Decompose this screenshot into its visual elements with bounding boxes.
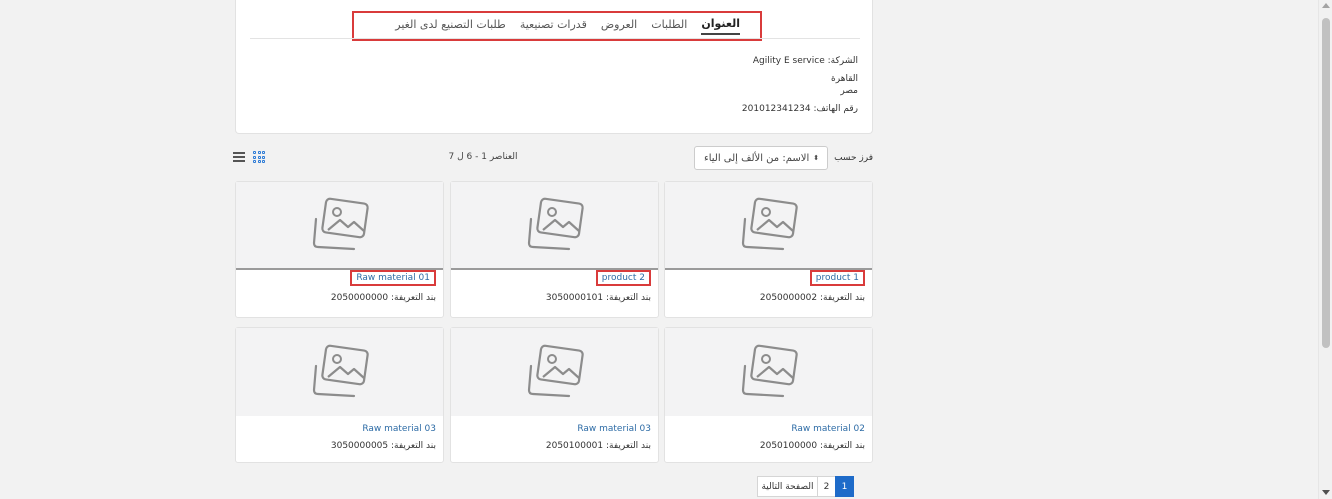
page-button-2[interactable]: 2 bbox=[817, 476, 836, 497]
product-image-placeholder bbox=[236, 182, 443, 270]
listing-toolbar: العناصر 1 - 6 ل 7 فرز حسب ⬍ الاسم: من ال… bbox=[233, 146, 873, 172]
grid-view-icon[interactable] bbox=[253, 151, 265, 163]
items-count: العناصر 1 - 6 ل 7 bbox=[448, 152, 518, 162]
product-name-link[interactable]: Raw material 01 bbox=[350, 270, 436, 286]
scroll-up-arrow-icon[interactable] bbox=[1322, 3, 1330, 8]
sort-label: فرز حسب bbox=[834, 153, 873, 163]
tab-bar: العنوان الطلبات العروض قدرات تصنيعية طلب… bbox=[352, 11, 762, 41]
product-name-link[interactable]: product 1 bbox=[809, 270, 865, 286]
sort-arrows-icon: ⬍ bbox=[813, 154, 820, 162]
company-city: القاهرة bbox=[831, 74, 858, 84]
product-tariff-code: بند التعريفة: 2050100000 bbox=[759, 441, 865, 451]
tab-manufacturing-capabilities[interactable]: قدرات تصنيعية bbox=[520, 18, 587, 34]
product-card[interactable]: Raw material 03 بند التعريفة: 2050100001 bbox=[450, 327, 659, 463]
image-placeholder-icon bbox=[312, 344, 369, 398]
sort-control: فرز حسب ⬍ الاسم: من الألف إلى الياء bbox=[694, 146, 873, 170]
product-tariff-code: بند التعريفة: 2050000002 bbox=[759, 293, 865, 303]
product-tariff-code: بند التعريفة: 3050000101 bbox=[545, 293, 651, 303]
product-card[interactable]: Raw material 02 بند التعريفة: 2050100000 bbox=[664, 327, 873, 463]
product-name-link[interactable]: Raw material 02 bbox=[791, 424, 865, 434]
product-name-link[interactable]: Raw material 03 bbox=[577, 424, 651, 434]
scrollbar-thumb[interactable] bbox=[1322, 18, 1330, 348]
product-tariff-code: بند التعريفة: 2050000000 bbox=[330, 293, 436, 303]
image-placeholder-icon bbox=[312, 197, 369, 251]
tab-orders[interactable]: الطلبات bbox=[651, 18, 687, 34]
company-phone: رقم الهاتف: 201012341234 bbox=[741, 104, 858, 114]
company-info-card: العنوان الطلبات العروض قدرات تصنيعية طلب… bbox=[235, 0, 873, 134]
product-image-placeholder bbox=[451, 328, 658, 416]
view-mode-switcher bbox=[233, 151, 265, 163]
sort-value: الاسم: من الألف إلى الياء bbox=[704, 152, 810, 164]
company-details: الشركة: Agility E service القاهرة مصر رق… bbox=[742, 55, 858, 115]
scroll-down-arrow-icon[interactable] bbox=[1322, 490, 1330, 495]
sort-select[interactable]: ⬍ الاسم: من الألف إلى الياء bbox=[694, 146, 829, 170]
image-placeholder-icon bbox=[741, 197, 798, 251]
vertical-scrollbar[interactable] bbox=[1318, 0, 1332, 499]
pagination: الصفحة التالية 2 1 bbox=[757, 476, 854, 497]
image-placeholder-icon bbox=[741, 344, 798, 398]
product-card[interactable]: Raw material 03 بند التعريفة: 3050000005 bbox=[235, 327, 444, 463]
company-name: الشركة: Agility E service bbox=[752, 56, 858, 66]
product-tariff-code: بند التعريفة: 2050100001 bbox=[545, 441, 651, 451]
tab-offers[interactable]: العروض bbox=[601, 18, 637, 34]
product-card[interactable]: product 2 بند التعريفة: 3050000101 bbox=[450, 181, 659, 318]
page-button-1[interactable]: 1 bbox=[835, 476, 854, 497]
page: العنوان الطلبات العروض قدرات تصنيعية طلب… bbox=[0, 0, 1318, 499]
product-image-placeholder bbox=[665, 328, 872, 416]
image-placeholder-icon bbox=[527, 197, 584, 251]
product-card[interactable]: product 1 بند التعريفة: 2050000002 bbox=[664, 181, 873, 318]
tab-address[interactable]: العنوان bbox=[701, 17, 740, 35]
tabs-divider bbox=[250, 38, 860, 39]
product-name-link[interactable]: Raw material 03 bbox=[362, 424, 436, 434]
list-view-icon[interactable] bbox=[233, 152, 245, 162]
product-card[interactable]: Raw material 01 بند التعريفة: 2050000000 bbox=[235, 181, 444, 318]
product-image-placeholder bbox=[665, 182, 872, 270]
product-tariff-code: بند التعريفة: 3050000005 bbox=[330, 441, 436, 451]
tab-outsourced-manufacturing[interactable]: طلبات التصنيع لدى الغير bbox=[395, 18, 506, 34]
company-country: مصر bbox=[840, 86, 858, 96]
next-page-button[interactable]: الصفحة التالية bbox=[757, 476, 818, 497]
product-image-placeholder bbox=[236, 328, 443, 416]
product-name-link[interactable]: product 2 bbox=[595, 270, 651, 286]
image-placeholder-icon bbox=[527, 344, 584, 398]
product-image-placeholder bbox=[451, 182, 658, 270]
